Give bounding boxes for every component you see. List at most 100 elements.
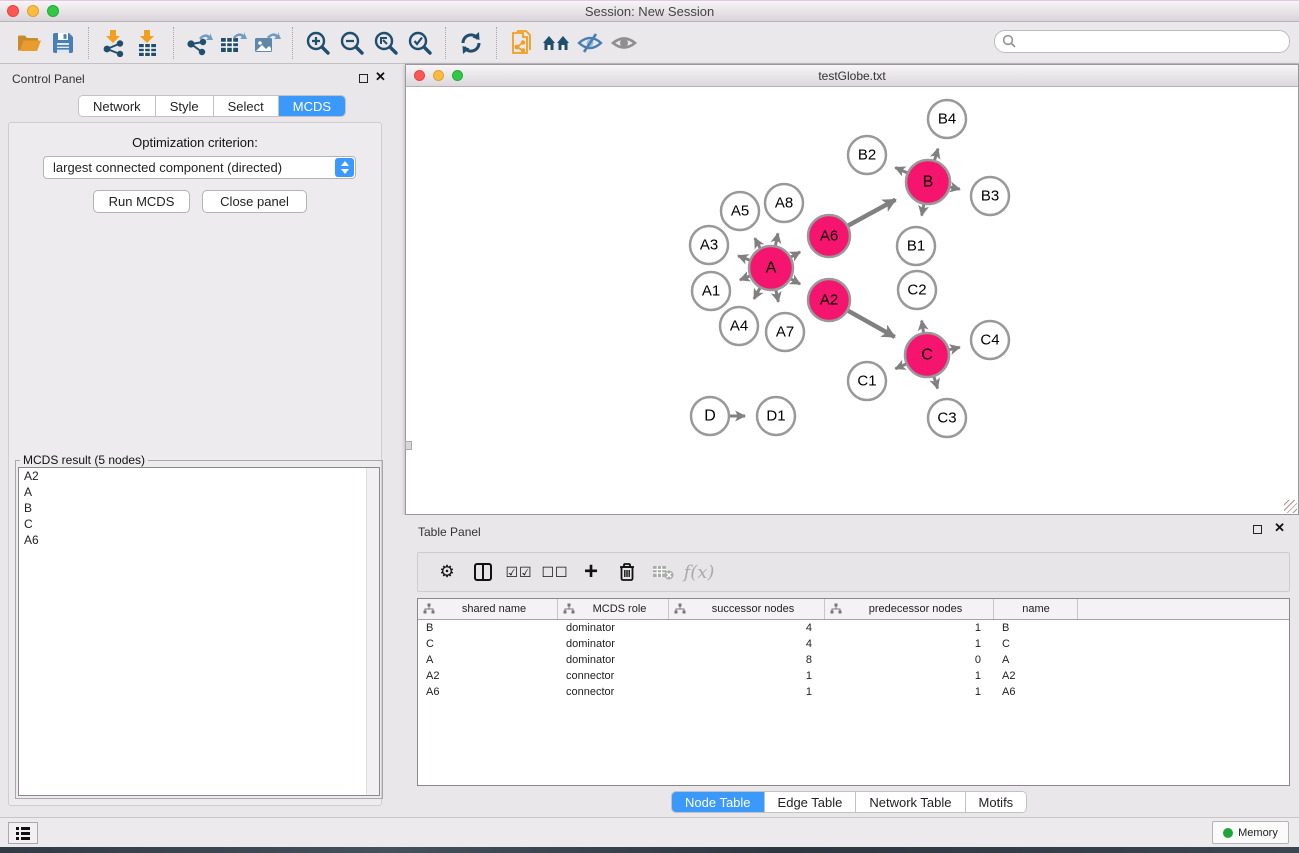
- network-graph[interactable]: AA1A2A3A4A5A6A7A8BB1B2B3B4CC1C2C3C4DD1: [406, 87, 1298, 514]
- export-image-icon[interactable]: [250, 26, 284, 60]
- zoom-window-button[interactable]: [452, 70, 463, 81]
- graph-node[interactable]: B3: [971, 177, 1009, 215]
- graph-node[interactable]: C: [905, 333, 949, 377]
- column-header-predecessor-nodes[interactable]: predecessor nodes: [825, 599, 994, 619]
- graph-node[interactable]: C3: [928, 399, 966, 437]
- export-network-icon[interactable]: [182, 26, 216, 60]
- table-cell[interactable]: 8: [669, 652, 825, 668]
- graph-edge[interactable]: [895, 364, 906, 369]
- delete-column-trash-icon[interactable]: [612, 557, 642, 587]
- table-cell[interactable]: B: [418, 620, 558, 636]
- table-cell[interactable]: 1: [669, 684, 825, 700]
- graph-node[interactable]: A4: [720, 307, 758, 345]
- graph-edge[interactable]: [934, 377, 938, 389]
- graph-edge[interactable]: [776, 233, 778, 245]
- graph-edge[interactable]: [949, 347, 959, 350]
- close-window-button[interactable]: [414, 70, 425, 81]
- tab-node-table[interactable]: Node Table: [672, 792, 765, 812]
- graph-node[interactable]: A7: [766, 313, 804, 351]
- show-graphics-details-icon[interactable]: [607, 26, 641, 60]
- graph-node[interactable]: B2: [848, 136, 886, 174]
- create-column-plus-icon[interactable]: +: [576, 557, 606, 587]
- open-session-icon[interactable]: [12, 26, 46, 60]
- graph-node[interactable]: A: [749, 246, 793, 290]
- mcds-result-item[interactable]: A6: [19, 532, 379, 548]
- table-row[interactable]: Cdominator41C: [418, 636, 1289, 652]
- graph-edge[interactable]: [755, 238, 760, 248]
- search-input[interactable]: [1017, 33, 1289, 51]
- tab-motifs[interactable]: Motifs: [966, 792, 1027, 812]
- table-cell[interactable]: 4: [669, 636, 825, 652]
- table-row[interactable]: Adominator80A: [418, 652, 1289, 668]
- column-header-shared-name[interactable]: shared name: [418, 599, 558, 619]
- table-cell[interactable]: A2: [994, 668, 1078, 684]
- show-panels-button[interactable]: [8, 822, 38, 844]
- table-cell[interactable]: A6: [994, 684, 1078, 700]
- table-cell[interactable]: dominator: [558, 652, 669, 668]
- import-table-icon[interactable]: [131, 26, 165, 60]
- graph-node[interactable]: C4: [971, 321, 1009, 359]
- close-panel-icon[interactable]: ✕: [1274, 520, 1285, 536]
- zoom-in-icon[interactable]: [301, 26, 335, 60]
- table-cell[interactable]: [1078, 620, 1289, 636]
- mcds-result-item[interactable]: B: [19, 500, 379, 516]
- graph-edge[interactable]: [848, 311, 895, 337]
- run-mcds-button[interactable]: Run MCDS: [93, 190, 190, 213]
- hide-graphics-details-icon[interactable]: [573, 26, 607, 60]
- network-canvas[interactable]: AA1A2A3A4A5A6A7A8BB1B2B3B4CC1C2C3C4DD1: [406, 87, 1298, 514]
- table-row[interactable]: A2connector11A2: [418, 668, 1289, 684]
- graph-node[interactable]: C2: [898, 271, 936, 309]
- table-row[interactable]: Bdominator41B: [418, 620, 1289, 636]
- zoom-fit-icon[interactable]: [369, 26, 403, 60]
- graph-node[interactable]: B: [906, 160, 950, 204]
- table-cell[interactable]: 1: [825, 684, 994, 700]
- mcds-result-list[interactable]: A2ABCA6: [18, 467, 380, 796]
- table-cell[interactable]: A6: [418, 684, 558, 700]
- window-grip[interactable]: [405, 441, 412, 450]
- graph-edge[interactable]: [935, 149, 938, 160]
- minimize-window-button[interactable]: [27, 5, 39, 17]
- table-cell[interactable]: A: [418, 652, 558, 668]
- import-network-icon[interactable]: [97, 26, 131, 60]
- table-cell[interactable]: 1: [825, 620, 994, 636]
- mcds-result-item[interactable]: C: [19, 516, 379, 532]
- table-cell[interactable]: connector: [558, 684, 669, 700]
- float-panel-icon[interactable]: [1253, 525, 1262, 534]
- select-all-columns-icon[interactable]: ☑☑: [504, 557, 534, 587]
- tab-network-table[interactable]: Network Table: [856, 792, 965, 812]
- zoom-out-icon[interactable]: [335, 26, 369, 60]
- memory-button[interactable]: Memory: [1212, 821, 1289, 844]
- unselect-all-columns-icon[interactable]: ☐☐: [540, 557, 570, 587]
- table-cell[interactable]: A: [994, 652, 1078, 668]
- table-cell[interactable]: 0: [825, 652, 994, 668]
- table-cell[interactable]: 4: [669, 620, 825, 636]
- column-header-mcds-role[interactable]: MCDS role: [558, 599, 669, 619]
- column-header-name[interactable]: name: [994, 599, 1078, 619]
- home-icon[interactable]: [539, 26, 573, 60]
- graph-node[interactable]: A5: [721, 192, 759, 230]
- graph-node[interactable]: B1: [897, 227, 935, 265]
- new-network-icon[interactable]: [505, 26, 539, 60]
- tab-network[interactable]: Network: [79, 96, 156, 116]
- graph-node[interactable]: D: [691, 397, 729, 435]
- resize-grip-icon[interactable]: [1284, 500, 1297, 513]
- table-cell[interactable]: 1: [825, 636, 994, 652]
- graph-node[interactable]: C1: [848, 362, 886, 400]
- table-cell[interactable]: connector: [558, 668, 669, 684]
- save-session-icon[interactable]: [46, 26, 80, 60]
- zoom-window-button[interactable]: [47, 5, 59, 17]
- table-cell[interactable]: C: [418, 636, 558, 652]
- graph-edge[interactable]: [791, 279, 800, 284]
- float-panel-icon[interactable]: [359, 74, 368, 83]
- table-row[interactable]: A6connector11A6: [418, 684, 1289, 700]
- table-cell[interactable]: 1: [669, 668, 825, 684]
- graph-edge[interactable]: [738, 256, 749, 260]
- tab-style[interactable]: Style: [156, 96, 214, 116]
- table-cell[interactable]: 1: [825, 668, 994, 684]
- graph-edge[interactable]: [895, 168, 907, 173]
- graph-node[interactable]: D1: [757, 397, 795, 435]
- tab-select[interactable]: Select: [214, 96, 279, 116]
- table-cell[interactable]: dominator: [558, 636, 669, 652]
- criterion-dropdown[interactable]: largest connected component (directed): [43, 156, 356, 179]
- graph-node[interactable]: A2: [808, 279, 850, 321]
